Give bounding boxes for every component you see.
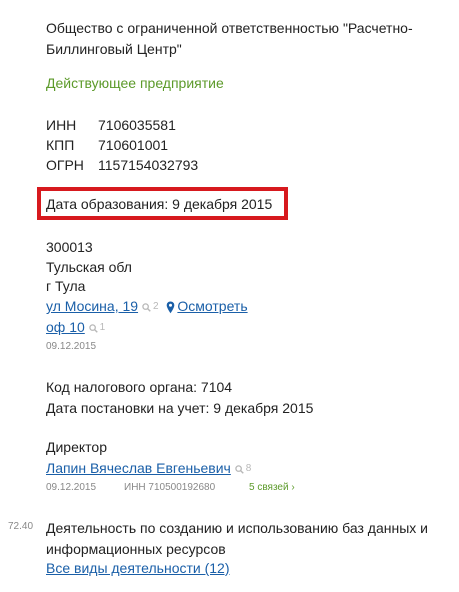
inn-row: ИНН 7106035581 bbox=[46, 116, 176, 134]
director-row: Лапин Вячеслав Евгеньевич 8 bbox=[46, 459, 251, 478]
street-link[interactable]: ул Мосина, 19 bbox=[46, 298, 138, 314]
magnifier-icon bbox=[142, 303, 151, 312]
director-inn: ИНН 710500192680 bbox=[124, 482, 216, 493]
activity-line-1: Деятельность по созданию и использованию… bbox=[46, 520, 428, 536]
office-search-count[interactable]: 1 bbox=[88, 319, 106, 337]
ogrn-label: ОГРН bbox=[46, 157, 84, 173]
office-link[interactable]: оф 10 bbox=[46, 319, 85, 335]
activity-line-2: информационных ресурсов bbox=[46, 541, 226, 557]
view-on-map-link[interactable]: Осмотреть bbox=[177, 298, 247, 314]
all-activities-link-text[interactable]: Все виды деятельности (12) bbox=[46, 560, 230, 576]
kpp-label: КПП bbox=[46, 137, 75, 153]
ogrn-row: ОГРН 1157154032793 bbox=[46, 156, 198, 174]
address-date: 09.12.2015 bbox=[46, 341, 97, 352]
tax-registration-date: Дата постановки на учет: 9 декабря 2015 bbox=[46, 400, 314, 416]
all-activities-link: Все виды деятельности (12) bbox=[46, 559, 230, 577]
street-count: 2 bbox=[152, 301, 159, 313]
street-search-count[interactable]: 2 bbox=[142, 298, 159, 316]
director-name-link[interactable]: Лапин Вячеслав Евгеньевич bbox=[46, 460, 231, 476]
office-row: оф 10 1 bbox=[46, 318, 105, 337]
inn-label: ИНН bbox=[46, 117, 77, 133]
kpp-value: 710601001 bbox=[98, 137, 169, 153]
kpp-row: КПП 710601001 bbox=[46, 136, 168, 154]
director-title: Директор bbox=[46, 439, 107, 455]
activity-code: 72.40 bbox=[8, 521, 34, 532]
street-row: ул Мосина, 19 2 Осмотреть bbox=[46, 297, 248, 316]
inn-value: 7106035581 bbox=[98, 117, 176, 133]
director-connections-link[interactable]: 5 связей › bbox=[249, 482, 295, 494]
company-name-line-1: Общество с ограниченной ответственностью… bbox=[46, 20, 413, 36]
region: Тульская обл bbox=[46, 259, 132, 275]
tax-authority-code: Код налогового органа: 7104 bbox=[46, 379, 233, 395]
company-status: Действующее предприятие bbox=[46, 75, 224, 91]
company-name-line-2: Биллинговый Центр" bbox=[46, 41, 182, 57]
director-search-count[interactable]: 8 bbox=[235, 460, 252, 478]
office-count: 1 bbox=[99, 322, 106, 334]
city: г Тула bbox=[46, 278, 86, 294]
magnifier-icon bbox=[235, 465, 244, 474]
director-count: 8 bbox=[245, 463, 252, 475]
company-full-name: Общество с ограниченной ответственностью… bbox=[46, 19, 413, 58]
ogrn-value: 1157154032793 bbox=[98, 157, 199, 173]
founded-date: Дата образования: 9 декабря 2015 bbox=[46, 196, 273, 212]
magnifier-icon bbox=[88, 324, 98, 333]
postal-code: 300013 bbox=[46, 239, 93, 255]
activity-description: Деятельность по созданию и использованию… bbox=[46, 519, 428, 558]
director-date: 09.12.2015 bbox=[46, 482, 97, 493]
map-pin-icon[interactable] bbox=[166, 301, 175, 314]
